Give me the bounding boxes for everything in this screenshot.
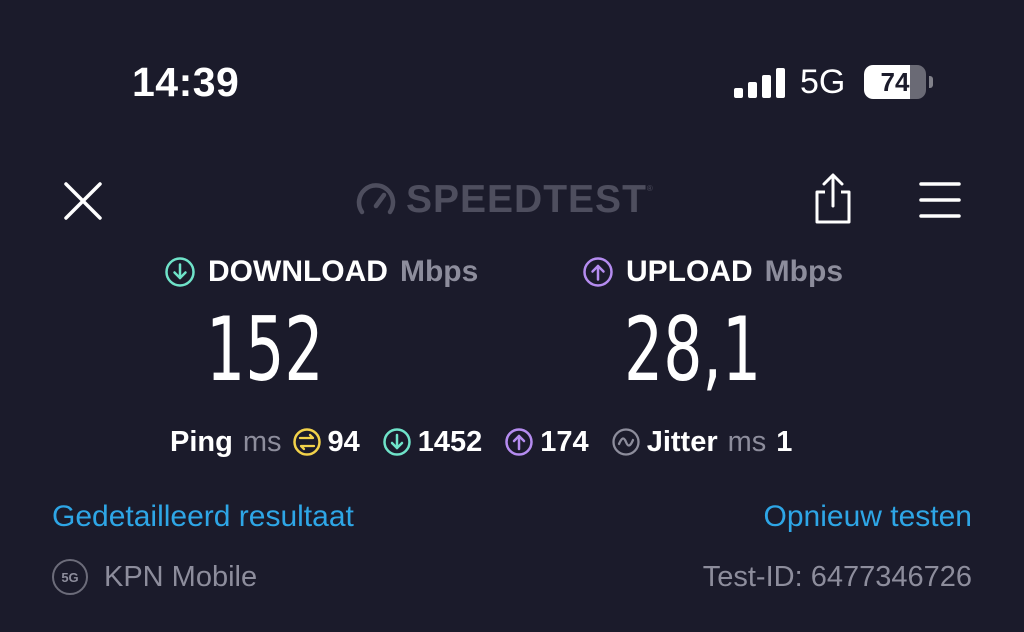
- speedtest-logo: SPEEDTEST ®: [354, 176, 653, 224]
- upload-label: UPLOAD: [626, 255, 753, 288]
- upload-header: UPLOAD Mbps: [582, 252, 843, 292]
- retest-link[interactable]: Opnieuw testen: [764, 498, 972, 536]
- jitter-value: 1: [776, 425, 793, 458]
- upload-arrow-icon: [583, 257, 613, 287]
- share-icon[interactable]: [810, 172, 856, 226]
- test-id: Test-ID: 6477346726: [702, 561, 972, 593]
- detailed-result-link[interactable]: Gedetailleerd resultaat: [52, 498, 354, 536]
- close-icon[interactable]: [58, 176, 108, 226]
- jitter-unit: ms: [727, 425, 767, 458]
- idle-ping-value: 94: [327, 425, 360, 458]
- menu-icon[interactable]: [918, 180, 962, 220]
- battery-icon: 74: [864, 65, 934, 99]
- battery-level: 74: [880, 67, 910, 97]
- status-time: 14:39: [132, 59, 240, 105]
- download-arrow-icon: [165, 257, 195, 287]
- network-type: 5G: [800, 63, 846, 101]
- ping-label: Ping: [170, 425, 233, 458]
- download-unit: Mbps: [399, 255, 479, 288]
- upload-ping-icon: [505, 428, 534, 456]
- download-value: 152: [206, 298, 324, 401]
- upload-value: 28,1: [624, 298, 762, 401]
- jitter-label: Jitter: [646, 425, 718, 458]
- provider-info: 5G KPN Mobile: [52, 556, 257, 598]
- idle-ping-icon: [292, 428, 321, 456]
- upload-ping-value: 174: [540, 425, 589, 458]
- ping-unit: ms: [242, 425, 282, 458]
- provider-5g-icon: 5G: [52, 559, 88, 595]
- download-ping-value: 1452: [417, 425, 483, 458]
- gauge-icon: [356, 183, 396, 215]
- logo-text: SPEEDTEST: [406, 178, 647, 221]
- latency-stats: Ping ms 94 1452 174 Jitter ms 1: [170, 422, 792, 462]
- download-label: DOWNLOAD: [208, 255, 388, 288]
- download-header: DOWNLOAD Mbps: [164, 252, 478, 292]
- trademark: ®: [646, 184, 653, 193]
- jitter-icon: [612, 428, 640, 456]
- provider-name: KPN Mobile: [104, 560, 258, 593]
- cellular-signal-icon: [734, 68, 785, 98]
- upload-unit: Mbps: [764, 255, 843, 288]
- download-ping-icon: [383, 428, 411, 456]
